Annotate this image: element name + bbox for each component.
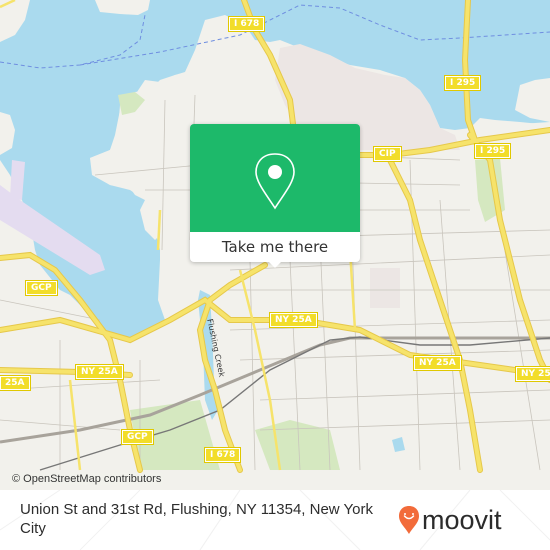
highway-shield-i295: I 295 — [443, 75, 482, 91]
highway-shield-i295-2: I 295 — [473, 143, 512, 159]
map-pin-icon — [255, 153, 295, 210]
moovit-wordmark: moovit — [422, 505, 502, 535]
popup-header — [190, 124, 360, 232]
highway-shield-25a: 25A — [0, 375, 31, 391]
map-attribution[interactable]: © OpenStreetMap contributors — [10, 473, 164, 485]
highway-shield-ny25a: NY 25A — [269, 312, 318, 328]
land-right — [460, 122, 550, 550]
highway-shield-i678: I 678 — [227, 16, 266, 32]
highway-shield-i678-2: I 678 — [203, 447, 242, 463]
location-popup: Take me there — [190, 124, 360, 268]
popup-pointer — [267, 260, 283, 268]
highway-shield-gcp-2: GCP — [121, 429, 154, 445]
highway-shield-ny25a-3: NY 25A — [413, 355, 462, 371]
take-me-there-button[interactable]: Take me there — [190, 232, 360, 262]
highway-shield-gcp: GCP — [25, 280, 58, 296]
highway-shield-cip: CIP — [373, 146, 402, 162]
moovit-pin-icon — [399, 506, 419, 534]
moovit-logo[interactable]: moovit — [398, 500, 502, 540]
highway-shield-ny25a-2: NY 25A — [75, 364, 124, 380]
industrial-block — [370, 268, 400, 308]
highway-shield-ny25a-4: NY 25A — [515, 366, 550, 382]
address-text: Union St and 31st Rd, Flushing, NY 11354… — [20, 501, 373, 537]
map-canvas[interactable]: I 678 I 295 CIP I 295 GCP NY 25A NY 25A … — [0, 0, 550, 550]
